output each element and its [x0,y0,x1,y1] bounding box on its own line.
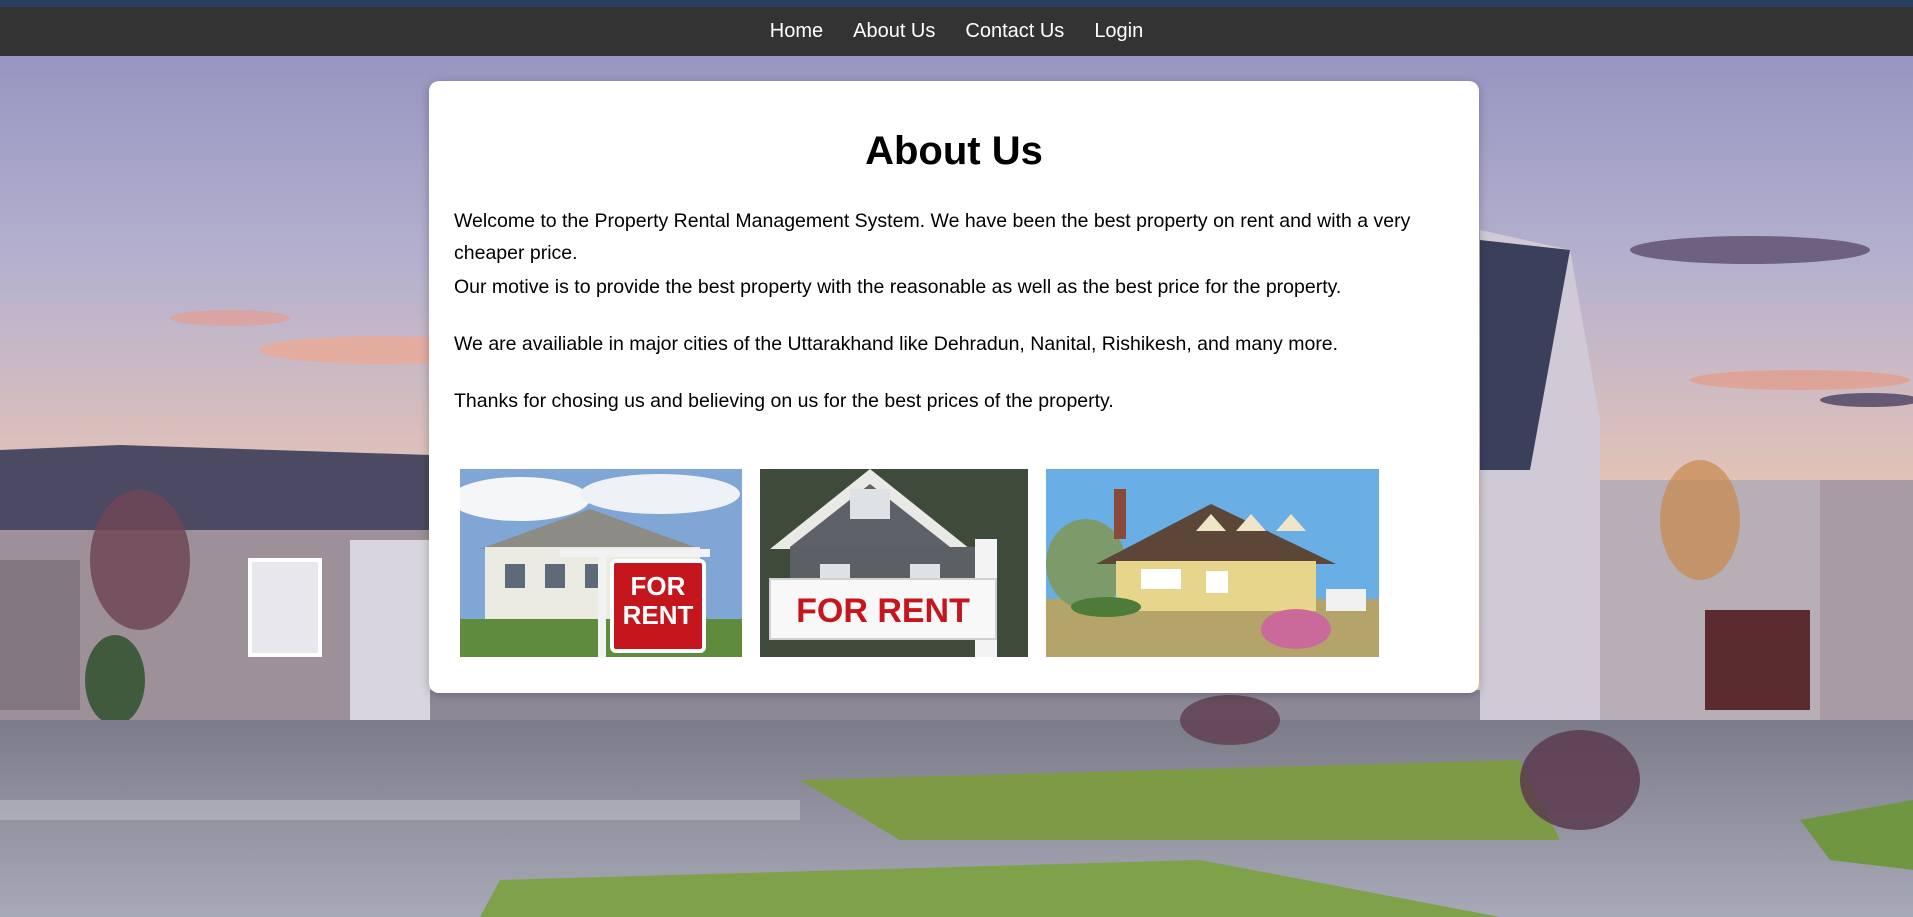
nav-home-link[interactable]: Home [770,20,823,43]
nav-login-link[interactable]: Login [1094,20,1143,43]
nav-contact-link[interactable]: Contact Us [965,20,1064,43]
property-photo-3 [1046,469,1379,657]
about-paragraph-1: Welcome to the Property Rental Managemen… [454,210,1411,264]
nav-about-link[interactable]: About Us [853,20,935,43]
top-navbar: Home About Us Contact Us Login [0,7,1913,56]
top-accent-bar [0,0,1913,7]
photo1-sign-line2: RENT [623,600,694,630]
page-title: About Us [865,129,1043,173]
photo1-sign-line1: FOR [631,571,686,601]
about-paragraph-2: Our motive is to provide the best proper… [454,276,1342,298]
property-photo-1: FOR RENT [460,469,742,657]
property-photo-2: FOR RENT [760,469,1028,657]
about-paragraph-4: Thanks for chosing us and believing on u… [454,390,1114,412]
about-card: About Us Welcome to the Property Rental … [429,81,1479,693]
photo2-sign-text: FOR RENT [796,592,970,630]
about-paragraph-3: We are availiable in major cities of the… [454,333,1339,355]
